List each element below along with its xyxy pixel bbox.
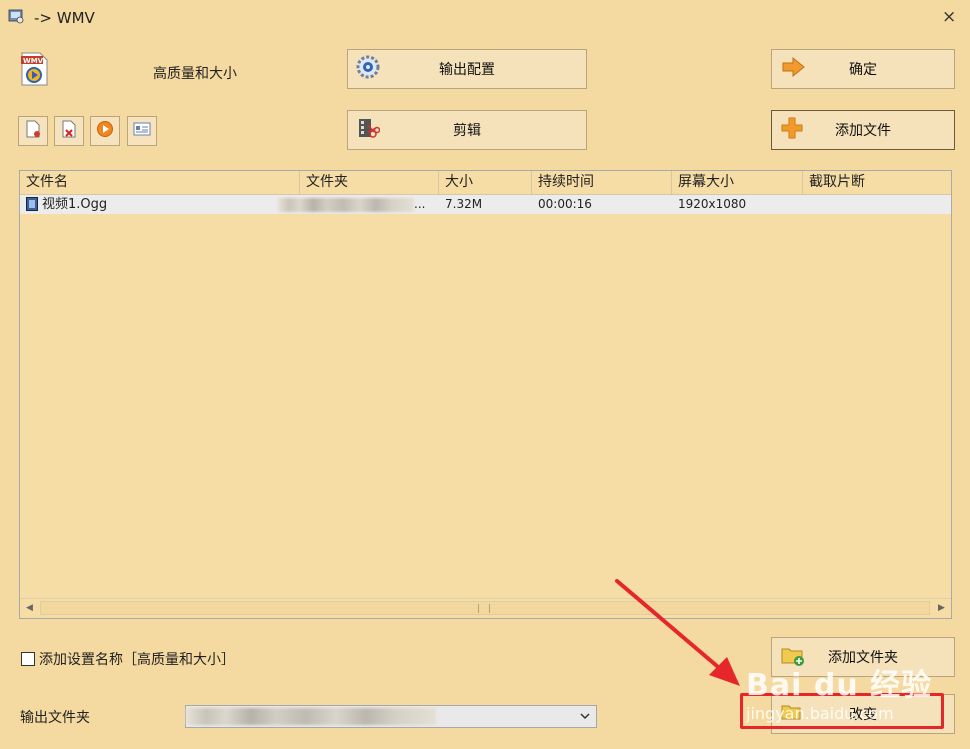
watermark-url: jingyan.baidu.com xyxy=(746,704,894,723)
annotation-arrow xyxy=(615,579,740,686)
watermark-brand: Bai du 经验 xyxy=(746,668,933,703)
